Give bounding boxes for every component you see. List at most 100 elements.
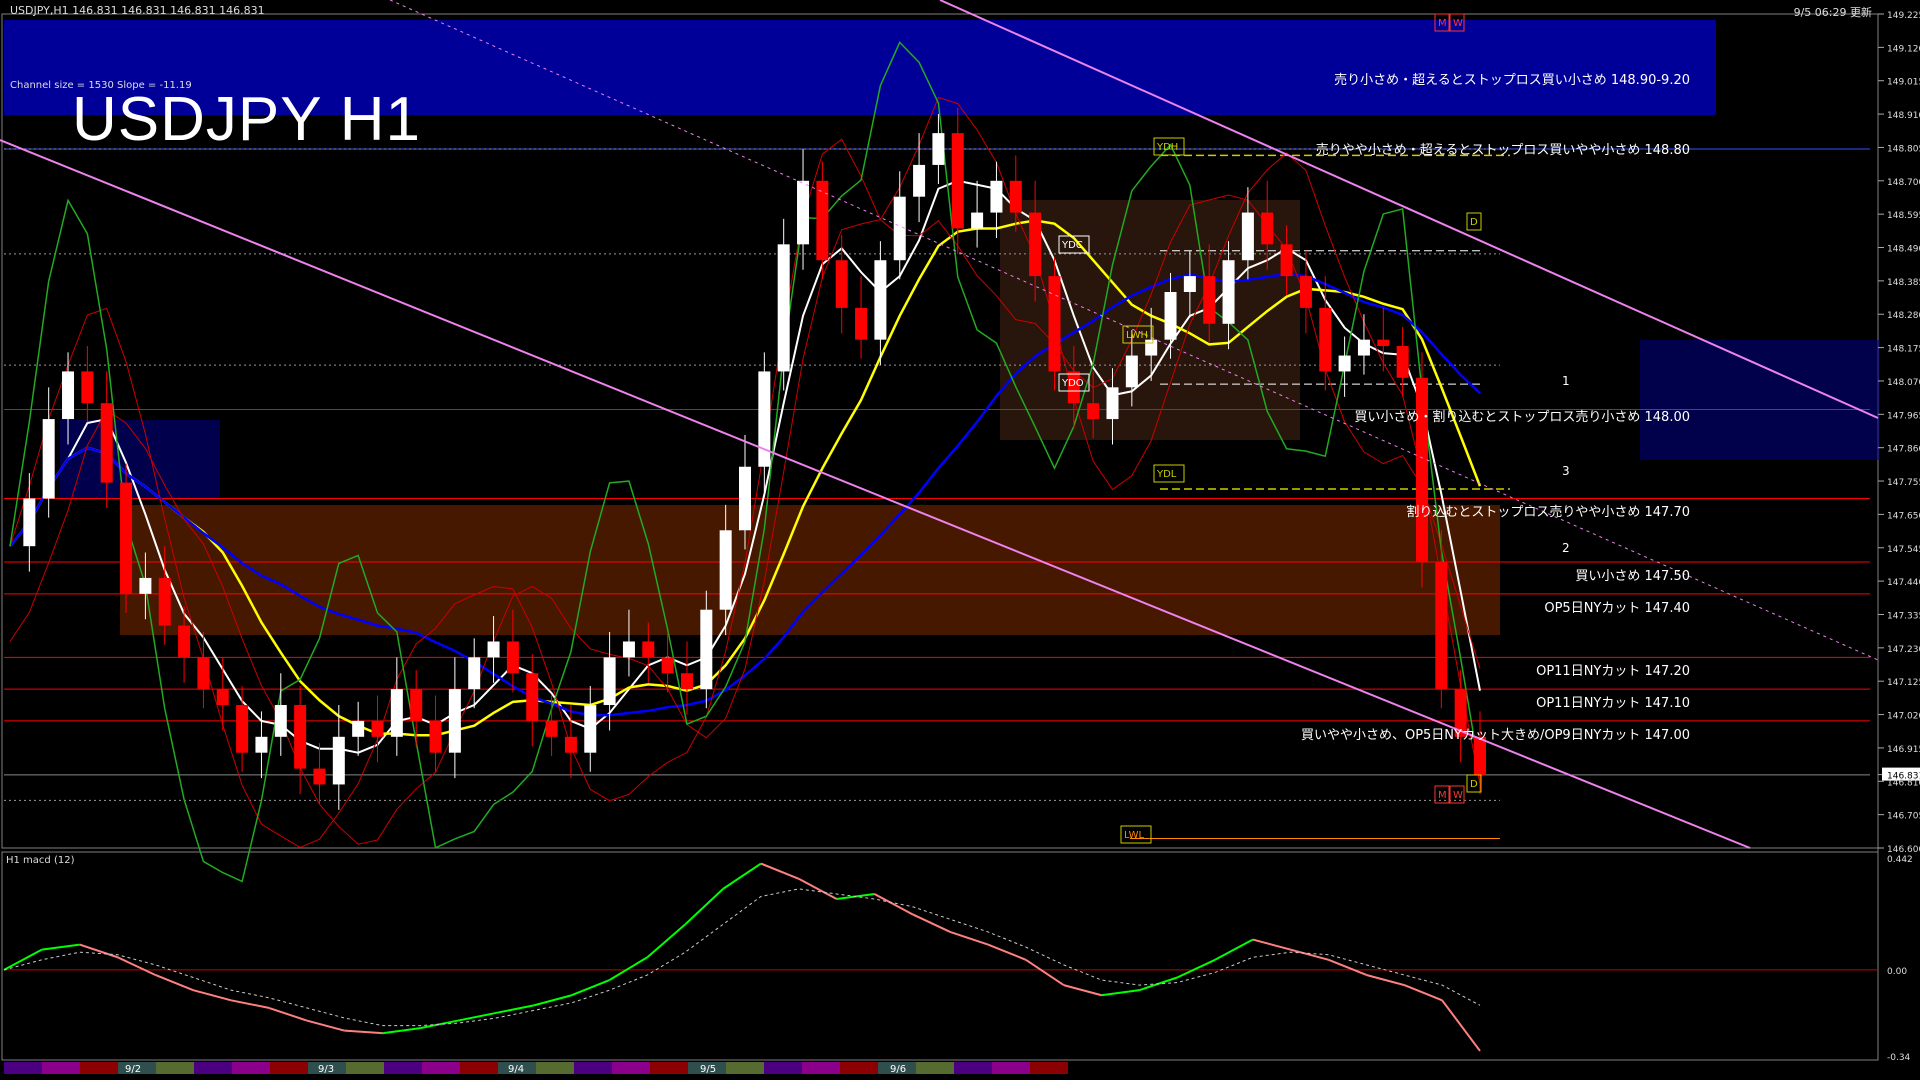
candle-body: [1357, 339, 1370, 356]
level-label: LWL: [1124, 830, 1145, 841]
candle-body: [1222, 260, 1235, 324]
symbol-info: USDJPY,H1 146.831 146.831 146.831 146.83…: [10, 4, 265, 17]
ichimoku-cloud-future: [1640, 340, 1880, 460]
candle-body: [719, 530, 732, 610]
candle-body: [81, 371, 94, 404]
price-axis-label: 149.120: [1887, 44, 1920, 54]
level-label: W: [1453, 18, 1463, 29]
time-bar-segment: [954, 1062, 992, 1074]
candle-body: [1435, 562, 1448, 690]
candle-body: [700, 609, 713, 690]
candle-body: [371, 720, 384, 737]
macd-label: H1 macd (12): [6, 855, 75, 866]
candle-body: [506, 641, 519, 674]
trade-annotation: 買いやや小さめ、OP5日NYカット大きめ/OP9日NYカット 147.00: [1300, 727, 1690, 743]
candle-body: [1048, 276, 1061, 372]
price-axis-label: 149.015: [1887, 78, 1920, 88]
level-label: LWH: [1126, 330, 1148, 341]
candle-body: [1009, 180, 1022, 213]
macd-axis-label: 0.442: [1887, 855, 1913, 865]
price-axis-label: 147.335: [1887, 611, 1920, 621]
candle-body: [120, 482, 133, 594]
trade-annotation: 割り込むとストップロス売りやや小さめ 147.70: [1406, 505, 1690, 521]
candle-body: [564, 736, 577, 753]
level-label: YDC: [1061, 240, 1083, 251]
candle-body: [1164, 292, 1177, 340]
time-bar-segment: [992, 1062, 1030, 1074]
date-label: 9/5: [700, 1064, 716, 1075]
candle-body: [758, 371, 771, 467]
price-axis-label: 147.125: [1887, 678, 1920, 688]
time-bar-segment: [384, 1062, 422, 1074]
candle-body: [1377, 339, 1390, 347]
price-axis-label: 149.225: [1887, 11, 1920, 21]
candle-body: [913, 164, 926, 197]
candle-body: [139, 577, 152, 594]
macd-axis-label: 0.00: [1887, 967, 1907, 977]
price-axis-label: 148.070: [1887, 378, 1920, 388]
candle-body: [1299, 276, 1312, 308]
time-bar-segment: [650, 1062, 688, 1074]
candle-body: [739, 466, 751, 531]
time-bar-segment: [346, 1062, 384, 1074]
level-label: YDL: [1156, 469, 1177, 480]
trade-annotation: 買い小さめ・割り込むとストップロス売り小さめ 148.00: [1354, 409, 1690, 425]
candle-body: [294, 705, 307, 769]
candle-body: [352, 720, 365, 737]
macd-axis-label: -0.34: [1887, 1053, 1911, 1063]
price-axis-label: 146.915: [1887, 745, 1920, 755]
time-bar-segment: [4, 1062, 42, 1074]
candle-body: [158, 577, 171, 626]
price-axis-label: 148.175: [1887, 345, 1920, 355]
time-bar-segment: [460, 1062, 498, 1074]
channel-marker: 1: [1562, 374, 1570, 388]
candle-body: [1319, 307, 1332, 372]
candle-body: [1183, 276, 1196, 292]
candle-body: [178, 625, 191, 658]
time-bar-segment: [42, 1062, 80, 1074]
price-axis-label: 147.545: [1887, 545, 1920, 555]
price-axis-label: 148.595: [1887, 211, 1920, 221]
candle-body: [816, 180, 829, 261]
time-bar-segment: [916, 1062, 954, 1074]
candle-body: [487, 641, 500, 658]
candle-body: [951, 133, 964, 229]
trade-annotation: 売り小さめ・超えるとストップロス買い小さめ 148.90-9.20: [1334, 73, 1690, 89]
price-chart: 123YDHYDCYDOLWHYDLLWLDDMWMW 149.225149.1…: [0, 0, 1920, 1080]
ichimoku-cloud-bull: [60, 420, 220, 500]
level-label: D: [1470, 217, 1478, 228]
candle-body: [255, 736, 268, 753]
level-label: YDH: [1156, 142, 1178, 153]
candle-body: [1338, 355, 1351, 372]
level-label: M: [1438, 790, 1447, 801]
candle-body: [197, 657, 210, 690]
price-axis-label: 147.860: [1887, 445, 1920, 455]
time-bar-segment: [764, 1062, 802, 1074]
candle-body: [332, 736, 345, 785]
time-bar-segment: [156, 1062, 194, 1074]
price-axis-label: 148.805: [1887, 144, 1920, 154]
candle-body: [971, 212, 984, 229]
level-label: YDO: [1061, 378, 1084, 389]
candle-body: [1261, 212, 1274, 245]
chart-title: USDJPY H1: [72, 85, 421, 154]
candle-body: [1029, 212, 1042, 277]
candle-body: [62, 371, 75, 420]
price-axis-label: 148.385: [1887, 278, 1920, 288]
candle-body: [216, 689, 229, 706]
candle-body: [100, 403, 113, 483]
candle-body: [274, 705, 287, 737]
trade-annotation: OP11日NYカット 147.10: [1536, 695, 1690, 711]
candle-body: [584, 705, 597, 753]
candle-body: [680, 673, 693, 690]
price-axis-label: 147.965: [1887, 411, 1920, 421]
candle-body: [410, 689, 423, 721]
candle-body: [661, 657, 674, 674]
time-bar-segment: [726, 1062, 764, 1074]
candle-body: [1396, 346, 1409, 378]
candle-body: [545, 720, 558, 737]
price-axis-label: 148.700: [1887, 178, 1920, 188]
trade-annotation: 買い小さめ 147.50: [1575, 568, 1690, 584]
candle-body: [448, 689, 461, 753]
time-bar-segment: [422, 1062, 460, 1074]
